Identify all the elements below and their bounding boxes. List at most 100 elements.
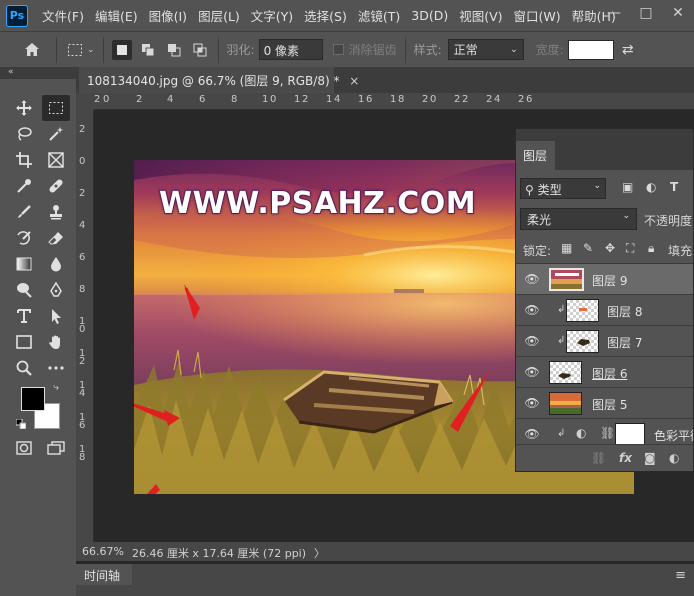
adjustment-filter-icon[interactable]: ◐	[646, 180, 656, 194]
close-button[interactable]: ✕	[662, 0, 694, 25]
lock-transparent-icon[interactable]: ▦	[561, 241, 572, 255]
menu-window[interactable]: 窗口(W)	[514, 6, 561, 25]
layer-mask-thumbnail	[615, 423, 645, 446]
layer-row[interactable]: 👁︎ 图层 9	[516, 264, 693, 295]
menu-select[interactable]: 选择(S)	[304, 6, 347, 25]
zoom-level[interactable]: 66.67%	[82, 545, 124, 558]
link-layers-icon[interactable]: ⛓︎	[591, 451, 606, 465]
swap-colors-icon[interactable]: ⤷	[48, 379, 64, 395]
type-filter-icon[interactable]: T	[670, 180, 678, 194]
lock-brush-icon[interactable]: ✎	[583, 241, 593, 255]
ruler-tick-label: 0	[103, 94, 110, 105]
style-value: 正常	[453, 43, 478, 57]
menu-3d[interactable]: 3D(D)	[411, 8, 448, 23]
visibility-eye-icon[interactable]: 👁︎	[524, 396, 540, 410]
lock-position-icon[interactable]: ✥	[605, 241, 615, 255]
add-mask-icon[interactable]: ◙	[644, 451, 656, 465]
ruler-tick-label: 6	[526, 94, 533, 105]
chevron-down-icon[interactable]: ⌄	[87, 45, 95, 55]
close-icon[interactable]: ×	[349, 74, 359, 88]
layer-row[interactable]: 👁︎ 图层 6	[516, 357, 693, 388]
clone-stamp-tool-icon[interactable]	[42, 199, 70, 225]
visibility-eye-icon[interactable]: 👁︎	[524, 303, 540, 317]
tools-collapse-button[interactable]: «	[0, 67, 76, 79]
history-brush-tool-icon[interactable]	[10, 225, 38, 251]
screen-mode-icon[interactable]	[42, 435, 70, 461]
brush-tool-icon[interactable]	[10, 199, 38, 225]
healing-brush-tool-icon[interactable]	[42, 173, 70, 199]
image-filter-icon[interactable]: ▣	[622, 180, 633, 194]
ruler-tick-label: 2	[302, 94, 309, 105]
layer-row[interactable]: 👁︎ 图层 5	[516, 388, 693, 419]
layer-row[interactable]: 👁︎ ↲ 图层 8	[516, 295, 693, 326]
antialias-checkbox[interactable]	[332, 44, 344, 55]
eraser-tool-icon[interactable]	[42, 225, 70, 251]
new-selection-icon[interactable]	[111, 39, 132, 60]
crop-tool-icon[interactable]	[10, 147, 38, 173]
menu-edit[interactable]: 编辑(E)	[95, 6, 138, 25]
type-tool-icon[interactable]	[10, 303, 38, 329]
frame-tool-icon[interactable]	[42, 147, 70, 173]
document-title: 108134040.jpg @ 66.7% (图层 9, RGB/8) *	[87, 74, 340, 88]
more-tools-icon[interactable]	[42, 355, 70, 381]
intersect-selection-icon[interactable]	[190, 40, 210, 60]
lasso-tool-icon[interactable]	[10, 121, 38, 147]
visibility-eye-icon[interactable]: 👁︎	[524, 365, 540, 379]
tab-timeline[interactable]: 时间轴	[76, 564, 132, 585]
layer-row[interactable]: 👁︎ ↲ 图层 7	[516, 326, 693, 357]
home-icon[interactable]	[22, 40, 42, 60]
hand-tool-icon[interactable]	[42, 329, 70, 355]
marquee-tool-icon[interactable]	[42, 95, 70, 121]
lock-artboard-icon[interactable]: ⛶	[626, 241, 634, 256]
marquee-tool-preset-icon[interactable]	[65, 40, 85, 60]
new-adjustment-icon[interactable]: ◐	[669, 451, 679, 465]
visibility-eye-icon[interactable]: 👁︎	[524, 272, 540, 286]
quick-mask-icon[interactable]	[10, 435, 38, 461]
magic-wand-tool-icon[interactable]	[42, 121, 70, 147]
swap-arrows-icon[interactable]: ⇄	[618, 40, 638, 60]
feather-input[interactable]: 0 像素	[258, 39, 323, 60]
ruler-tick-label: 2	[79, 124, 86, 135]
dodge-tool-icon[interactable]	[10, 277, 38, 303]
chevron-right-icon[interactable]: 〉	[314, 545, 325, 560]
menu-image[interactable]: 图像(I)	[149, 6, 187, 25]
ruler-tick-label: 2	[422, 94, 429, 105]
zoom-tool-icon[interactable]	[10, 355, 38, 381]
width-input[interactable]	[567, 39, 614, 60]
menu-layer[interactable]: 图层(L)	[198, 6, 240, 25]
menu-type[interactable]: 文字(Y)	[251, 6, 293, 25]
blend-mode-select[interactable]: 柔光 ⌄	[520, 208, 637, 230]
visibility-eye-icon[interactable]: 👁︎	[524, 427, 540, 441]
visibility-eye-icon[interactable]: 👁︎	[524, 334, 540, 348]
document-tab[interactable]: 108134040.jpg @ 66.7% (图层 9, RGB/8) * ×	[79, 67, 359, 93]
default-colors-icon[interactable]	[14, 417, 28, 431]
menu-file[interactable]: 文件(F)	[42, 6, 84, 25]
menu-filter[interactable]: 滤镜(T)	[358, 6, 400, 25]
layer-kind-filter[interactable]: ⚲ 类型 ⌄	[520, 178, 606, 199]
foreground-color-swatch[interactable]	[21, 387, 45, 411]
eyedropper-tool-icon[interactable]	[10, 173, 38, 199]
tab-layers[interactable]: 图层	[516, 141, 555, 170]
style-select[interactable]: 正常 ⌄	[447, 39, 524, 60]
menu-view[interactable]: 视图(V)	[459, 6, 502, 25]
maximize-button[interactable]: □	[630, 0, 662, 25]
blur-tool-icon[interactable]	[42, 251, 70, 277]
add-to-selection-icon[interactable]	[138, 40, 158, 60]
gradient-tool-icon[interactable]	[10, 251, 38, 277]
lock-all-icon[interactable]: 🔒︎	[648, 241, 654, 256]
ruler-tick-label: 2	[454, 94, 461, 105]
path-selection-tool-icon[interactable]	[42, 303, 70, 329]
menu-bar: Ps 文件(F) 编辑(E) 图像(I) 图层(L) 文字(Y) 选择(S) 滤…	[0, 0, 694, 31]
move-tool-icon[interactable]	[10, 95, 38, 121]
minimize-button[interactable]: —	[598, 0, 630, 25]
ruler-tick-label: 6	[79, 420, 86, 431]
photoshop-logo[interactable]: Ps	[6, 4, 28, 27]
fx-icon[interactable]: fx	[619, 451, 632, 465]
rectangle-tool-icon[interactable]	[10, 329, 38, 355]
panel-menu-icon[interactable]: ≡	[675, 568, 686, 583]
ruler-tick-label: 1	[390, 94, 397, 105]
subtract-from-selection-icon[interactable]	[164, 40, 184, 60]
pen-tool-icon[interactable]	[42, 277, 70, 303]
blend-row: 柔光 ⌄ 不透明度	[516, 206, 693, 236]
search-icon: ⚲	[525, 183, 534, 197]
